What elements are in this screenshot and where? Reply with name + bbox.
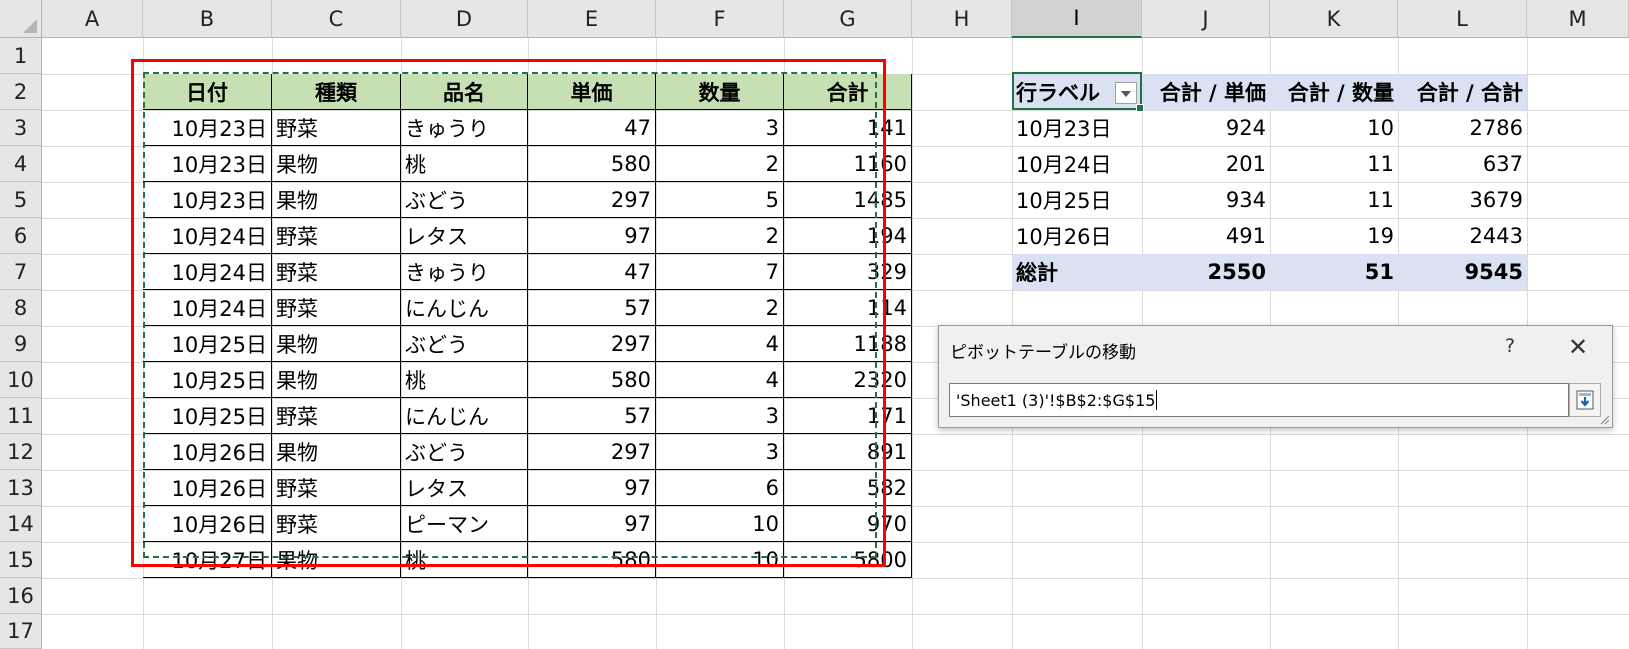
- pivot-total-cell[interactable]: 9545: [1398, 254, 1527, 290]
- column-header-a[interactable]: A: [42, 0, 143, 38]
- pivot-cell[interactable]: 11: [1270, 182, 1398, 218]
- row-header-10[interactable]: 10: [0, 362, 42, 398]
- pivot-cell[interactable]: 934: [1142, 182, 1270, 218]
- pivot-cell[interactable]: 11: [1270, 146, 1398, 182]
- row-header-15[interactable]: 15: [0, 542, 42, 578]
- row-label-filter-dropdown-icon[interactable]: [1115, 82, 1137, 104]
- pivot-cell[interactable]: 10月26日: [1012, 218, 1142, 254]
- row-header-6[interactable]: 6: [0, 218, 42, 254]
- column-header-c[interactable]: C: [272, 0, 401, 38]
- pivot-cell[interactable]: 924: [1142, 110, 1270, 146]
- pivot-total-cell[interactable]: 2550: [1142, 254, 1270, 290]
- pivot-header-cell[interactable]: 合計 / 数量: [1270, 74, 1398, 110]
- column-header-g[interactable]: G: [784, 0, 912, 38]
- pivot-cell[interactable]: 3679: [1398, 182, 1527, 218]
- row-header-8[interactable]: 8: [0, 290, 42, 326]
- column-header-h[interactable]: H: [912, 0, 1012, 38]
- range-input-value: 'Sheet1 (3)'!$B$2:$G$15: [956, 390, 1156, 410]
- row-header-12[interactable]: 12: [0, 434, 42, 470]
- column-header-j[interactable]: J: [1142, 0, 1270, 38]
- gridline-horizontal: [42, 578, 1629, 579]
- row-header-5[interactable]: 5: [0, 182, 42, 218]
- collapse-dialog-button[interactable]: [1569, 383, 1601, 417]
- pivot-cell[interactable]: 2443: [1398, 218, 1527, 254]
- row-header-2[interactable]: 2: [0, 74, 42, 110]
- pivot-cell[interactable]: 10月24日: [1012, 146, 1142, 182]
- pivot-cell[interactable]: 201: [1142, 146, 1270, 182]
- move-pivottable-dialog: ピボットテーブルの移動 ? ✕ 'Sheet1 (3)'!$B$2:$G$15: [938, 325, 1613, 428]
- row-header-3[interactable]: 3: [0, 110, 42, 146]
- column-header-k[interactable]: K: [1270, 0, 1398, 38]
- row-header-1[interactable]: 1: [0, 38, 42, 74]
- copy-marquee: [143, 72, 877, 558]
- pivot-cell[interactable]: 2786: [1398, 110, 1527, 146]
- row-header-17[interactable]: 17: [0, 614, 42, 649]
- column-header-m[interactable]: M: [1527, 0, 1629, 38]
- column-header-i[interactable]: I: [1012, 0, 1142, 38]
- pivot-header-cell[interactable]: 合計 / 単価: [1142, 74, 1270, 110]
- help-button[interactable]: ?: [1497, 335, 1523, 357]
- pivot-cell[interactable]: 10月25日: [1012, 182, 1142, 218]
- row-header-9[interactable]: 9: [0, 326, 42, 362]
- select-all-corner[interactable]: [0, 0, 42, 38]
- column-header-l[interactable]: L: [1398, 0, 1527, 38]
- dialog-title: ピボットテーブルの移動: [950, 343, 1136, 363]
- pivot-total-cell[interactable]: 51: [1270, 254, 1398, 290]
- text-caret: [1156, 390, 1158, 410]
- pivot-cell[interactable]: 10月23日: [1012, 110, 1142, 146]
- pivot-cell[interactable]: 637: [1398, 146, 1527, 182]
- row-header-7[interactable]: 7: [0, 254, 42, 290]
- gridline-horizontal: [42, 614, 1629, 615]
- pivot-cell[interactable]: 10: [1270, 110, 1398, 146]
- range-input[interactable]: 'Sheet1 (3)'!$B$2:$G$15: [949, 383, 1569, 417]
- column-header-e[interactable]: E: [528, 0, 656, 38]
- column-header-f[interactable]: F: [656, 0, 784, 38]
- pivot-cell[interactable]: 491: [1142, 218, 1270, 254]
- row-header-14[interactable]: 14: [0, 506, 42, 542]
- row-header-4[interactable]: 4: [0, 146, 42, 182]
- pivot-header-cell[interactable]: 合計 / 合計: [1398, 74, 1527, 110]
- gridline-vertical: [912, 38, 913, 649]
- row-header-11[interactable]: 11: [0, 398, 42, 434]
- close-button[interactable]: ✕: [1564, 334, 1592, 360]
- resize-grip-icon[interactable]: [1598, 413, 1610, 425]
- pivot-total-cell[interactable]: 総計: [1012, 254, 1142, 290]
- column-header-b[interactable]: B: [143, 0, 272, 38]
- pivot-cell[interactable]: 19: [1270, 218, 1398, 254]
- row-header-16[interactable]: 16: [0, 578, 42, 614]
- column-header-d[interactable]: D: [401, 0, 528, 38]
- collapse-dialog-icon: [1576, 390, 1594, 410]
- row-header-13[interactable]: 13: [0, 470, 42, 506]
